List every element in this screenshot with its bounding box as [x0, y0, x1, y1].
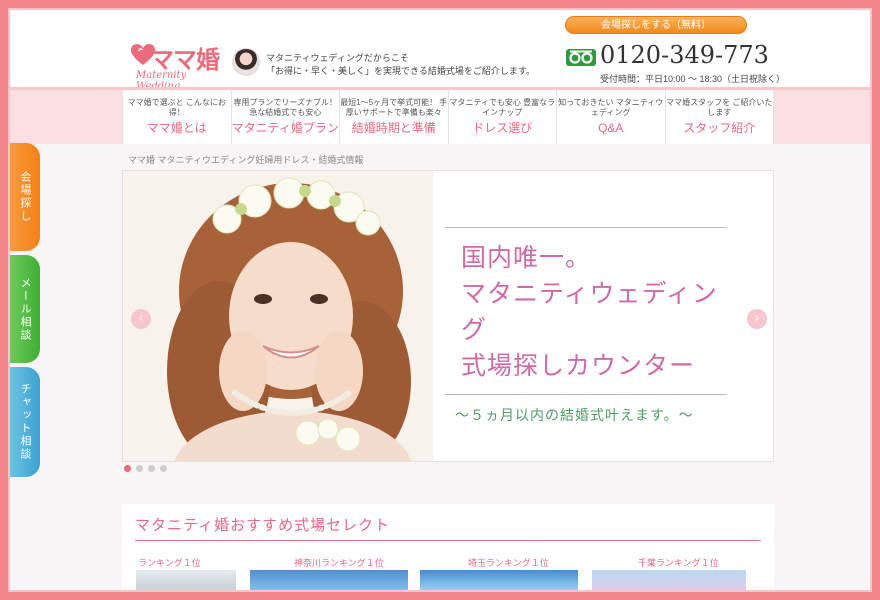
- tagline-line-2: 「お得に・早く・美しく」を実現できる結婚式場をご紹介します。: [266, 66, 535, 76]
- search-venue-button[interactable]: 会場探しをする（無料）: [565, 16, 747, 34]
- ranking-label[interactable]: 千葉ランキング１位: [638, 556, 719, 569]
- venue-photo[interactable]: [420, 570, 578, 590]
- ranking-label[interactable]: 神奈川ランキング１位: [294, 556, 384, 569]
- tagline-line-1: マタニティウェディングだからこそ: [266, 53, 409, 63]
- hero-rule-bottom: [445, 394, 727, 395]
- chevron-right-icon[interactable]: ›: [747, 309, 767, 329]
- chevron-left-icon[interactable]: ‹: [131, 309, 151, 329]
- bride-photo: [123, 171, 433, 461]
- hero-headline-line-3: 式場探しカウンター: [461, 351, 696, 380]
- nav-item-caption: 知っておきたい マタニティウェディング: [558, 98, 664, 117]
- hero-slider[interactable]: 国内唯一。 マタニティウェディング 式場探しカウンター 〜５ヵ月以内の結婚式叶え…: [122, 170, 774, 462]
- nav-item-caption: マタニティでも安心 豊富なラインナップ: [449, 98, 556, 117]
- hero-headline: 国内唯一。 マタニティウェディング 式場探しカウンター: [445, 228, 727, 394]
- nav-item-caption: ママ婚で選ぶと こんなにお得！: [127, 98, 226, 117]
- slider-dot-2[interactable]: [136, 465, 143, 472]
- nav-item-label: 結婚時期と準備: [351, 121, 436, 135]
- nav-item-label: Q&A: [598, 121, 624, 135]
- slider-dot-4[interactable]: [160, 465, 167, 472]
- nav-background-left: [10, 90, 122, 144]
- nav-item-label: スタッフ紹介: [683, 121, 756, 135]
- nav-item-label: マタニティ婚プラン: [231, 121, 339, 135]
- avatar: [232, 48, 260, 76]
- ranking-label[interactable]: 埼玉ランキング１位: [468, 556, 549, 569]
- nav-item-staff[interactable]: ママ婚スタッフを ご紹介いたします スタッフ紹介: [666, 90, 774, 144]
- business-hours: 受付時間：平日10:00 〜 18:30（土日祝除く）: [600, 74, 786, 84]
- slider-dot-1[interactable]: [124, 465, 131, 472]
- hero-copy: 国内唯一。 マタニティウェディング 式場探しカウンター 〜５ヵ月以内の結婚式叶え…: [445, 227, 727, 425]
- section-title: マタニティ婚おすすめ式場セレクト: [135, 517, 391, 534]
- recommended-venues: マタニティ婚おすすめ式場セレクト ランキング１位 神奈川ランキング１位 埼玉ラン…: [122, 504, 774, 590]
- hero-headline-line-1: 国内唯一。: [461, 243, 592, 272]
- phone-number[interactable]: 0120-349-773: [600, 41, 769, 69]
- venue-photo[interactable]: [592, 570, 746, 590]
- nav-item-qa[interactable]: 知っておきたい マタニティウェディング Q&A: [557, 90, 666, 144]
- side-tab-chat-consult[interactable]: チャット相談: [10, 367, 40, 477]
- slider-pagination: [124, 465, 167, 472]
- site-logo[interactable]: ママ婚 Maternity Wedding: [128, 40, 224, 92]
- nav-item-label: ママ婚とは: [146, 121, 207, 135]
- nav-item-caption: 専用プランでリーズナブル！ 急な結婚式でも安心: [233, 98, 338, 117]
- nav-background-right: [774, 90, 870, 144]
- section-divider: [135, 540, 761, 541]
- breadcrumb[interactable]: ママ婚 マタニティウエディング妊婦用ドレス・結婚式情報: [128, 153, 363, 166]
- tagline: マタニティウェディングだからこそ 「お得に・早く・美しく」を実現できる結婚式場を…: [266, 52, 535, 78]
- nav-item-label: ドレス選び: [472, 121, 533, 135]
- freedial-icon: [566, 49, 596, 66]
- site-header: ママ婚 Maternity Wedding マタニティウェディングだからこそ 「…: [10, 10, 870, 92]
- global-nav: ママ婚で選ぶと こんなにお得！ ママ婚とは 専用プランでリーズナブル！ 急な結婚…: [122, 90, 774, 144]
- venue-photo[interactable]: [136, 570, 236, 590]
- ranking-label[interactable]: ランキング１位: [138, 556, 201, 569]
- hero-headline-line-2: マタニティウェディング: [461, 279, 718, 344]
- nav-item-caption: ママ婚スタッフを ご紹介いたします: [666, 98, 773, 117]
- slider-dot-3[interactable]: [148, 465, 155, 472]
- page-frame: ママ婚 Maternity Wedding マタニティウェディングだからこそ 「…: [8, 8, 872, 592]
- nav-item-caption: 最短1〜5ヶ月で挙式可能！ 手厚いサポートで準備も楽々: [340, 98, 448, 117]
- nav-item-plan[interactable]: 専用プランでリーズナブル！ 急な結婚式でも安心 マタニティ婚プラン: [231, 90, 340, 144]
- nav-item-timing[interactable]: 最短1〜5ヶ月で挙式可能！ 手厚いサポートで準備も楽々 結婚時期と準備: [340, 90, 449, 144]
- side-tab-venue-search[interactable]: 会場探し: [10, 143, 40, 251]
- hero-subheadline: 〜５ヵ月以内の結婚式叶えます。〜: [455, 408, 694, 424]
- nav-item-about[interactable]: ママ婚で選ぶと こんなにお得！ ママ婚とは: [123, 90, 232, 144]
- side-tab-mail-consult[interactable]: メール相談: [10, 255, 40, 363]
- nav-item-dress[interactable]: マタニティでも安心 豊富なラインナップ ドレス選び: [449, 90, 557, 144]
- venue-photo[interactable]: [250, 570, 408, 590]
